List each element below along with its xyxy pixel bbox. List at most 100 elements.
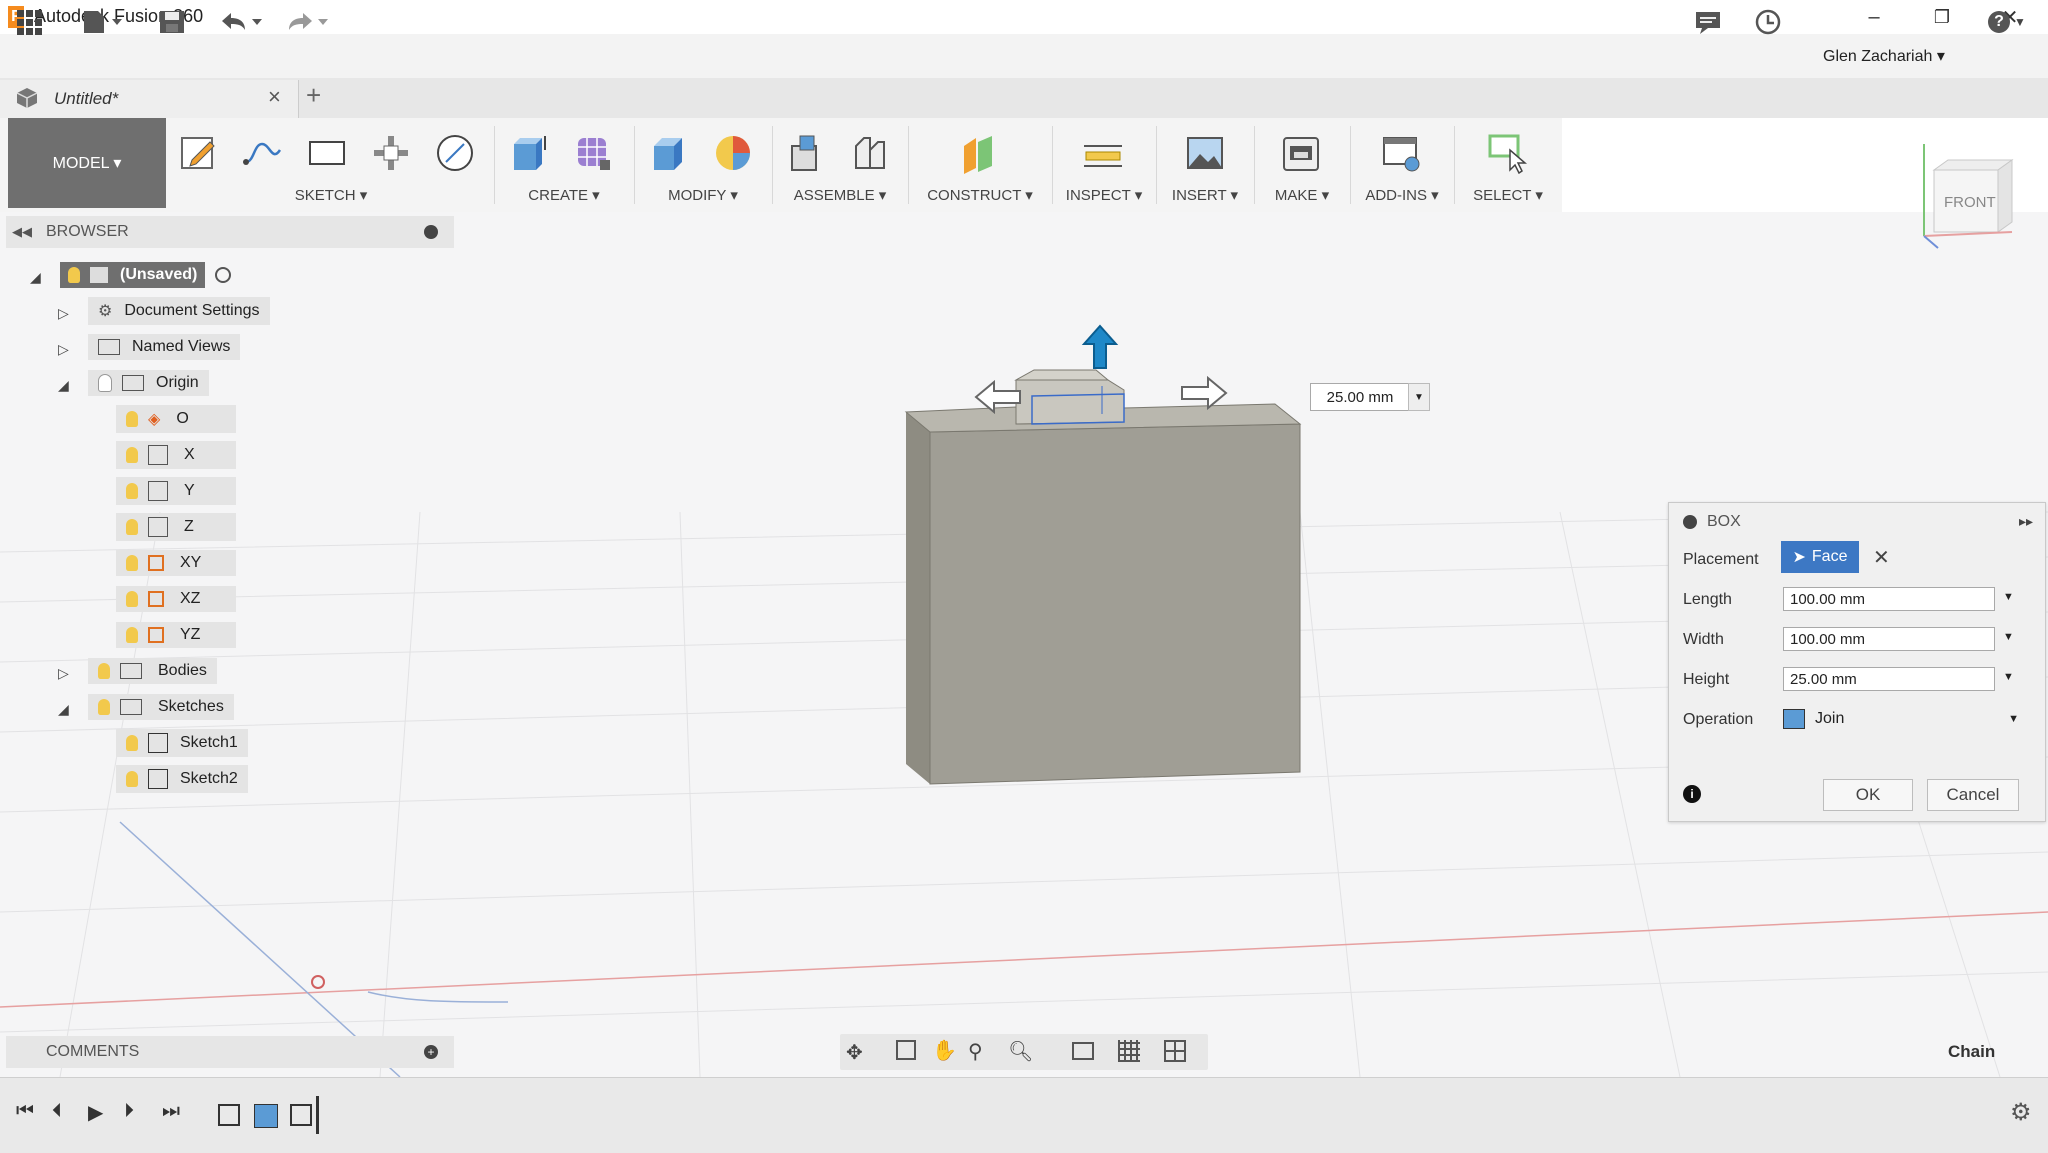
make-menu[interactable]: MAKE ▾ [1254, 186, 1350, 204]
tree-node-origin-point[interactable]: ◈ O [116, 404, 236, 434]
user-account-menu[interactable]: Glen Zachariah ▾ [1823, 46, 1945, 66]
collapsed-arrow-icon[interactable]: ▷ [58, 665, 70, 681]
inspect-menu[interactable]: INSPECT ▾ [1052, 186, 1156, 204]
scripts-add-ins-icon[interactable] [1380, 132, 1422, 174]
visibility-bulb-icon[interactable] [126, 591, 138, 607]
dialog-expand-icon[interactable]: ▸▸ [2019, 513, 2033, 530]
grid-settings-icon[interactable] [1118, 1040, 1140, 1062]
save-icon[interactable] [158, 8, 186, 36]
height-dimension-input[interactable]: 25.00 mm [1310, 383, 1410, 411]
assemble-menu[interactable]: ASSEMBLE ▾ [772, 186, 908, 204]
visibility-bulb-icon[interactable] [98, 663, 110, 679]
tree-node-y-axis[interactable]: Y [116, 476, 236, 506]
clear-selection-icon[interactable]: ✕ [1873, 545, 1890, 570]
placement-face-button[interactable]: ➤ Face [1781, 541, 1859, 573]
operation-dropdown-icon[interactable]: ▼ [2008, 713, 2019, 725]
new-tab-icon[interactable]: + [306, 80, 321, 111]
circle-icon[interactable] [434, 132, 476, 174]
tree-node-xz-plane[interactable]: XZ [116, 584, 236, 614]
expanded-arrow-icon[interactable]: ◢ [30, 269, 42, 285]
activate-radio-icon[interactable] [215, 267, 232, 283]
tree-node-x-axis[interactable]: X [116, 440, 236, 470]
insert-menu[interactable]: INSERT ▾ [1156, 186, 1254, 204]
expanded-arrow-icon[interactable]: ◢ [58, 701, 70, 717]
offset-plane-icon[interactable] [958, 132, 1000, 174]
tree-node-bodies[interactable]: ▷ Bodies [58, 656, 217, 686]
select-cursor-icon[interactable] [1486, 132, 1528, 174]
tree-node-sketches[interactable]: ◢ Sketches [58, 692, 234, 722]
modify-menu[interactable]: MODIFY ▾ [634, 186, 772, 204]
tree-node-yz-plane[interactable]: YZ [116, 620, 236, 650]
document-tab[interactable] [0, 80, 299, 118]
display-settings-icon[interactable] [1072, 1042, 1094, 1060]
sketch-menu[interactable]: SKETCH ▾ [168, 186, 494, 204]
width-input[interactable]: 100.00 mm [1783, 627, 1995, 651]
decal-icon[interactable] [1184, 132, 1226, 174]
visibility-bulb-icon[interactable] [126, 771, 138, 787]
appearance-icon[interactable] [712, 132, 754, 174]
visibility-bulb-icon[interactable] [126, 447, 138, 463]
select-menu[interactable]: SELECT ▾ [1454, 186, 1562, 204]
add-comment-icon[interactable]: + [424, 1045, 438, 1059]
go-to-end-icon[interactable]: ⏭ [162, 1100, 180, 1123]
height-input[interactable]: 25.00 mm [1783, 667, 1995, 691]
tree-node-sketch1[interactable]: Sketch1 [116, 728, 248, 758]
dimension-dropdown-icon[interactable]: ▼ [1408, 383, 1430, 411]
redo-icon[interactable] [284, 8, 330, 36]
height-dropdown-icon[interactable]: ▼ [2003, 671, 2014, 683]
ok-button[interactable]: OK [1823, 779, 1913, 811]
form-mesh-icon[interactable] [572, 132, 614, 174]
rectangle-icon[interactable] [306, 132, 348, 174]
tree-node-named-views[interactable]: ▷ Named Views [58, 332, 241, 362]
visibility-bulb-icon[interactable] [126, 555, 138, 571]
go-to-start-icon[interactable]: ⏮ [16, 1100, 34, 1123]
construct-menu[interactable]: CONSTRUCT ▾ [908, 186, 1052, 204]
tree-node-origin[interactable]: ◢ Origin [58, 368, 209, 398]
cancel-button[interactable]: Cancel [1927, 779, 2019, 811]
create-menu[interactable]: CREATE ▾ [494, 186, 634, 204]
browser-options-icon[interactable] [424, 225, 438, 239]
left-drag-arrow-icon[interactable] [974, 380, 1022, 414]
visibility-bulb-icon[interactable] [126, 519, 138, 535]
length-dropdown-icon[interactable]: ▼ [2003, 591, 2014, 603]
step-forward-icon[interactable]: ⏵ [124, 1100, 134, 1123]
timeline-extrude-icon[interactable] [254, 1104, 278, 1128]
timeline-settings-gear-icon[interactable]: ⚙ [2010, 1098, 2032, 1127]
help-menu-icon[interactable]: ? ▼ [1988, 8, 2026, 36]
info-icon[interactable]: i [1683, 785, 1701, 803]
data-panel-grid-icon[interactable] [16, 8, 44, 36]
notifications-icon[interactable] [1694, 8, 1722, 36]
operation-select[interactable]: Join ▼ [1783, 705, 2019, 733]
expanded-arrow-icon[interactable]: ◢ [58, 377, 70, 393]
right-drag-arrow-icon[interactable] [1180, 376, 1228, 410]
collapse-browser-icon[interactable]: ◀◀ [12, 224, 32, 240]
tree-node-root[interactable]: ◢ (Unsaved) [30, 260, 232, 290]
visibility-bulb-icon[interactable] [126, 627, 138, 643]
fit-icon[interactable]: 🔍︎ [1008, 1039, 1033, 1064]
timeline-sketch-icon[interactable] [218, 1104, 240, 1126]
visibility-bulb-icon[interactable] [126, 483, 138, 499]
new-component-icon[interactable] [784, 132, 826, 174]
collapsed-arrow-icon[interactable]: ▷ [58, 341, 70, 357]
press-pull-icon[interactable] [648, 132, 690, 174]
timeline-sketch-icon[interactable] [290, 1104, 312, 1126]
create-sketch-icon[interactable] [178, 132, 220, 174]
undo-icon[interactable] [218, 8, 264, 36]
add-ins-menu[interactable]: ADD-INS ▾ [1350, 186, 1454, 204]
look-at-icon[interactable] [896, 1040, 916, 1060]
collapsed-arrow-icon[interactable]: ▷ [58, 305, 70, 321]
restore-button[interactable]: ❐ [1908, 0, 1976, 34]
sketch-dimension-icon[interactable] [370, 132, 412, 174]
visibility-bulb-icon[interactable] [126, 735, 138, 751]
viewports-icon[interactable] [1164, 1040, 1186, 1062]
visibility-bulb-icon[interactable] [98, 699, 110, 715]
tree-node-sketch2[interactable]: Sketch2 [116, 764, 248, 794]
width-dropdown-icon[interactable]: ▼ [2003, 631, 2014, 643]
orbit-icon[interactable]: ✥ [846, 1040, 863, 1065]
measure-icon[interactable] [1082, 132, 1124, 174]
close-tab-icon[interactable]: × [268, 84, 281, 110]
height-drag-arrow-icon[interactable] [1080, 324, 1120, 370]
joint-icon[interactable] [848, 132, 890, 174]
visibility-bulb-icon[interactable] [126, 411, 138, 427]
length-input[interactable]: 100.00 mm [1783, 587, 1995, 611]
